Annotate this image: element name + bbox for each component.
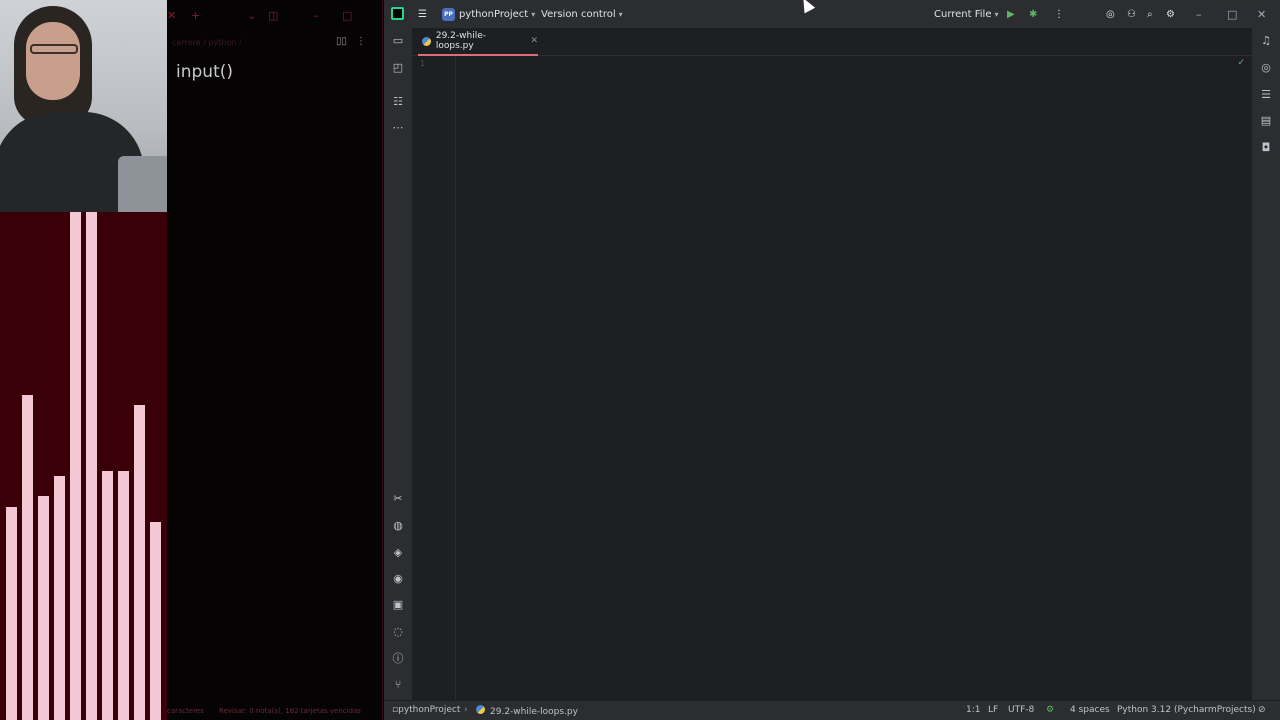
run-icon[interactable]: ▶ [1007, 0, 1015, 28]
note-title: input() [176, 62, 233, 82]
more-horizontal-icon[interactable]: ⋯ [391, 121, 405, 135]
indent-setting[interactable]: 4 spaces [1070, 705, 1110, 715]
inspection-icon[interactable]: ⚙ [1046, 705, 1054, 715]
sciview-icon[interactable]: ▤ [1259, 114, 1273, 128]
chevron-down-icon[interactable]: ⌄ [247, 9, 256, 22]
search-icon[interactable]: ⌕ [1147, 0, 1153, 28]
book-icon[interactable]: ▯▯ [336, 36, 347, 47]
commit-icon[interactable]: ◰ [391, 61, 405, 75]
visualizer-bar [70, 212, 81, 720]
ide-titlebar: ☰ PP pythonProject ▾ Version control ▾ C… [384, 0, 1280, 28]
tab-label: 29.2-while-loops.py [435, 31, 486, 51]
status-project-label: pythonProject [398, 705, 461, 715]
database-icon[interactable]: ☰ [1259, 88, 1273, 102]
python-packages-icon[interactable]: ◍ [391, 519, 405, 533]
python-file-icon [476, 705, 485, 714]
visualizer-bar [6, 507, 17, 720]
problems-icon[interactable]: ⓘ [391, 652, 405, 666]
left-tool-strip: ▭ ◰ ☷ ⋯ ✂ ◍ ◈ ◉ ▣ ◌ ⓘ ⑂ [384, 28, 412, 700]
minimize-icon[interactable]: – [1196, 0, 1202, 28]
project-selector[interactable]: PP pythonProject ▾ [442, 0, 535, 28]
debug-icon[interactable]: ✱ [1029, 0, 1037, 28]
visualizer-bar [118, 471, 129, 720]
bell-icon[interactable]: ♫ [1259, 34, 1273, 48]
more-vertical-icon[interactable]: ⋮ [356, 36, 366, 47]
visualizer-bar [86, 212, 97, 720]
webcam-background-cloth [118, 156, 167, 212]
line-number: 1 [420, 59, 425, 68]
vcs-label: Version control [541, 8, 616, 20]
visualizer-bar [102, 471, 113, 720]
terminal-icon[interactable]: ▣ [391, 598, 405, 612]
lock-icon[interactable]: ⊘ [1258, 705, 1266, 715]
python-file-icon [422, 36, 431, 46]
notes-footer-chars: caracteres [167, 707, 204, 715]
chevron-down-icon: ▾ [531, 9, 536, 19]
visualizer-bar [54, 476, 65, 720]
close-icon[interactable]: ✕ [530, 36, 538, 46]
layout-icon[interactable]: ◫ [268, 9, 278, 22]
ide-window: ☰ PP pythonProject ▾ Version control ▾ C… [384, 0, 1280, 720]
notes-panel: ✕ + ⌄ ◫ – □ carrera / python / ▯▯ ⋮ inpu… [167, 0, 383, 720]
vcs-selector[interactable]: Version control ▾ [541, 0, 623, 28]
python-console-icon[interactable]: ◈ [391, 546, 405, 560]
close-icon[interactable]: ✕ [167, 9, 176, 22]
editor-gutter: 1 [412, 56, 469, 700]
close-icon[interactable]: ✕ [1257, 0, 1266, 28]
run-config-selector[interactable]: Current File ▾ [934, 0, 999, 28]
webcam-person-face [26, 22, 80, 100]
webcam-person-glasses [30, 44, 78, 54]
tools-icon[interactable]: ✂ [391, 492, 405, 506]
add-user-icon[interactable]: ⚇ [1127, 0, 1136, 28]
services-icon[interactable]: ◉ [391, 572, 405, 586]
notes-breadcrumb: carrera / python / [172, 38, 242, 47]
notes-topbar: ✕ + ⌄ ◫ – □ [167, 0, 382, 32]
gear-icon[interactable]: ⚙ [1166, 0, 1175, 28]
notes-footer-review: Revisar: 0 nota(s), 182 tarjetas vencida… [219, 707, 361, 715]
python-interpreter[interactable]: Python 3.12 (PycharmProjects) [1117, 705, 1256, 715]
chevron-down-icon: ▾ [618, 9, 623, 19]
copilot-icon[interactable]: ◘ [1259, 141, 1273, 155]
audio-visualizer [0, 212, 167, 720]
main-menu-icon[interactable]: ☰ [418, 0, 427, 28]
code-editor[interactable]: ✓ [456, 56, 1252, 700]
visualizer-bar [134, 405, 145, 720]
caret-position[interactable]: 1:1 [966, 705, 980, 715]
maximize-icon[interactable]: □ [1227, 0, 1237, 28]
project-name: pythonProject [459, 8, 529, 20]
folder-icon[interactable]: ▭ [391, 34, 405, 48]
notes-toolbar: ▯▯ ⋮ [336, 36, 366, 47]
status-breadcrumb-project[interactable]: ▫pythonProject [392, 705, 460, 715]
ai-chat-icon[interactable]: ◎ [1259, 61, 1273, 75]
more-vertical-icon[interactable]: ⋮ [1054, 0, 1064, 28]
minimize-icon[interactable]: – [313, 9, 319, 22]
maximize-icon[interactable]: □ [342, 9, 352, 22]
visualizer-bar [150, 522, 161, 720]
visualizer-bar [22, 395, 33, 720]
chevron-down-icon: ▾ [994, 9, 999, 19]
check-icon: ✓ [1237, 58, 1245, 68]
project-badge: PP [442, 7, 455, 21]
line-separator[interactable]: LF [988, 705, 998, 715]
webcam-overlay [0, 0, 167, 212]
plus-icon[interactable]: + [191, 9, 200, 22]
ai-assistant-icon[interactable]: ◎ [1106, 0, 1115, 28]
run-config-label: Current File [934, 8, 992, 20]
status-file-label: 29.2-while-loops.py [490, 707, 578, 717]
chevron-right-icon: › [464, 705, 468, 715]
editor-tab-bar: 29.2-while-loops.py ✕ [412, 28, 1252, 56]
git-icon[interactable]: ⑂ [391, 678, 405, 692]
pycharm-logo-icon [391, 7, 404, 20]
endpoints-icon[interactable]: ◌ [391, 625, 405, 639]
tab-29-2-while-loops[interactable]: 29.2-while-loops.py ✕ [418, 28, 538, 56]
status-bar: ▫pythonProject › 29.2-while-loops.py 1:1… [384, 700, 1280, 720]
structure-icon[interactable]: ☷ [391, 95, 405, 109]
status-breadcrumb-file[interactable]: 29.2-while-loops.py [476, 705, 578, 717]
visualizer-bar [38, 496, 49, 720]
right-tool-strip: ♫ ◎ ☰ ▤ ◘ [1252, 28, 1280, 700]
file-encoding[interactable]: UTF-8 [1008, 705, 1034, 715]
